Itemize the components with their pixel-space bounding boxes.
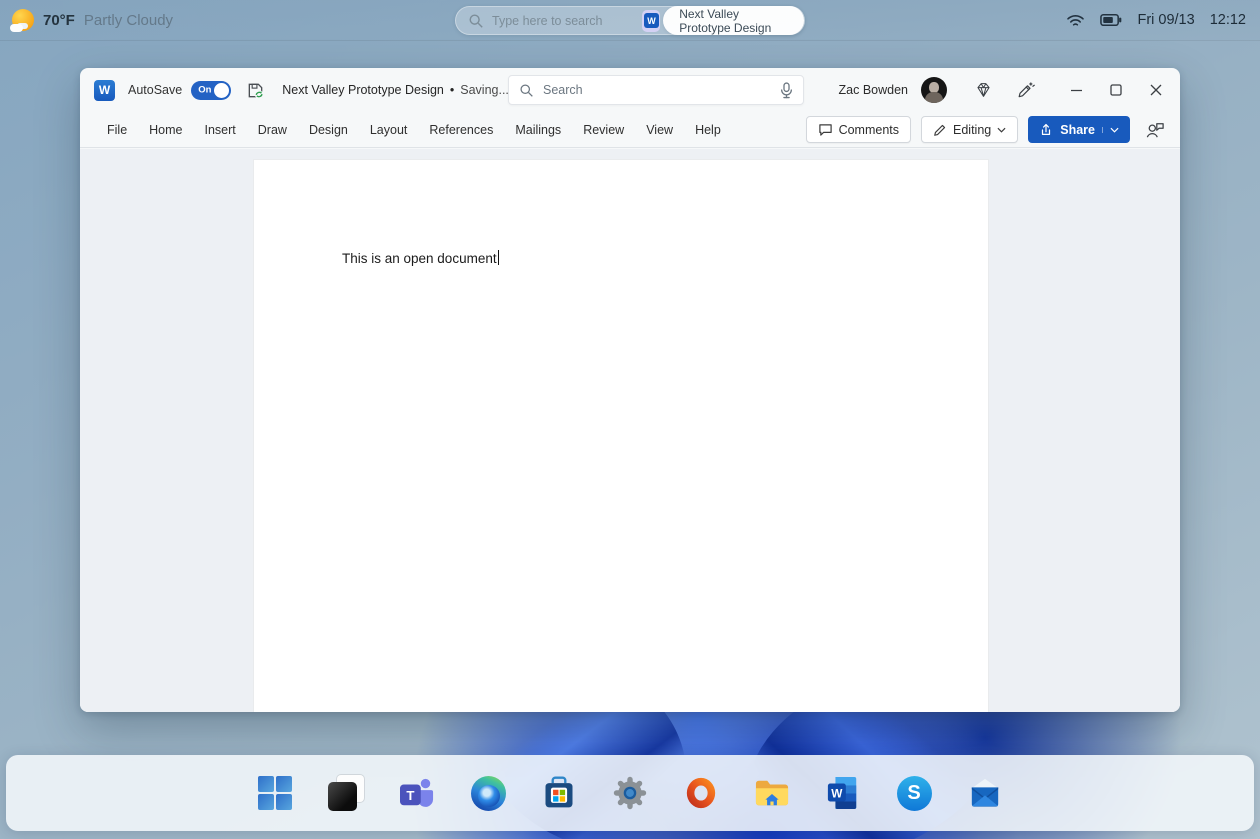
mail-icon xyxy=(971,778,999,807)
person-chat-icon[interactable] xyxy=(1140,115,1170,145)
running-app-task[interactable]: W Next Valley Prototype Design xyxy=(642,6,804,35)
ribbon-right-cluster: Comments Editing Share xyxy=(805,115,1170,145)
close-button[interactable] xyxy=(1140,75,1172,105)
autosave-toggle[interactable]: On xyxy=(191,80,232,100)
tray-date[interactable]: Fri 09/13 xyxy=(1137,12,1194,28)
file-explorer-button[interactable] xyxy=(752,773,792,813)
tab-help[interactable]: Help xyxy=(684,112,732,148)
tab-draw[interactable]: Draw xyxy=(247,112,298,148)
share-label: Share xyxy=(1060,122,1095,137)
saving-status: Saving... xyxy=(460,83,509,97)
battery-icon[interactable] xyxy=(1100,13,1122,27)
comment-icon xyxy=(818,123,833,137)
office-icon xyxy=(686,777,716,809)
save-sync-icon[interactable] xyxy=(246,81,265,100)
search-icon xyxy=(519,83,534,98)
comments-button[interactable]: Comments xyxy=(805,116,912,143)
ribbon-tab-bar: File Home Insert Draw Design Layout Refe… xyxy=(80,112,1180,148)
edge-app-button[interactable] xyxy=(468,773,508,813)
desktop-top-bar: 70°F Partly Cloudy W Next Valley Prototy… xyxy=(0,0,1260,40)
autosave-state: On xyxy=(198,84,212,96)
word-search-box[interactable] xyxy=(508,75,804,105)
wifi-icon[interactable] xyxy=(1066,13,1085,28)
taskbar: T W S xyxy=(6,755,1254,831)
word-icon[interactable]: W xyxy=(94,79,115,101)
document-canvas: This is an open document xyxy=(80,149,1180,712)
toggle-knob xyxy=(214,82,230,98)
word-icon: W xyxy=(827,776,857,810)
edge-icon xyxy=(470,775,506,811)
running-app-pill[interactable]: Next Valley Prototype Design xyxy=(663,6,804,35)
autosave-label: AutoSave xyxy=(128,83,183,97)
share-icon xyxy=(1039,123,1053,137)
word-icon[interactable]: W xyxy=(642,9,661,32)
tab-layout[interactable]: Layout xyxy=(359,112,419,148)
svg-text:W: W xyxy=(647,16,656,26)
word-app-button[interactable]: W xyxy=(823,773,863,813)
document-title-group[interactable]: Next Valley Prototype Design • Saving... xyxy=(282,83,525,97)
running-app-label: Next Valley Prototype Design xyxy=(679,6,772,35)
tab-mailings[interactable]: Mailings xyxy=(504,112,572,148)
document-text: This is an open document xyxy=(342,250,499,266)
settings-gear-icon xyxy=(613,776,647,810)
weather-temp: 70°F xyxy=(43,11,75,29)
teams-icon: T xyxy=(400,778,434,807)
editing-mode-button[interactable]: Editing xyxy=(921,116,1019,143)
document-page[interactable]: This is an open document xyxy=(253,159,989,712)
word-titlebar: W AutoSave On Next Valley Prototype Desi… xyxy=(80,68,1180,112)
chevron-down-icon xyxy=(1102,126,1119,133)
tab-references[interactable]: References xyxy=(418,112,504,148)
titlebar-right-cluster: Zac Bowden xyxy=(839,75,1172,105)
task-view-icon xyxy=(328,775,364,811)
tab-file[interactable]: File xyxy=(96,112,138,148)
tab-review[interactable]: Review xyxy=(572,112,635,148)
account-name[interactable]: Zac Bowden xyxy=(839,83,908,97)
pencil-icon xyxy=(933,123,947,137)
document-title: Next Valley Prototype Design xyxy=(282,83,444,97)
comments-label: Comments xyxy=(838,122,900,137)
skype-icon: S xyxy=(896,775,932,811)
weather-condition: Partly Cloudy xyxy=(83,11,174,29)
tab-insert[interactable]: Insert xyxy=(194,112,247,148)
word-window: W AutoSave On Next Valley Prototype Desi… xyxy=(80,68,1180,712)
mail-app-button[interactable] xyxy=(965,773,1005,813)
weather-widget[interactable]: 70°F Partly Cloudy xyxy=(10,0,174,40)
text-caret xyxy=(497,250,499,265)
system-tray: Fri 09/13 12:12 xyxy=(1066,0,1246,40)
task-view-button[interactable] xyxy=(326,773,366,813)
desktop-search-bar[interactable]: W Next Valley Prototype Design xyxy=(455,6,805,35)
tab-view[interactable]: View xyxy=(635,112,684,148)
microphone-icon[interactable] xyxy=(780,81,793,99)
office-app-button[interactable] xyxy=(681,773,721,813)
store-icon xyxy=(545,776,573,808)
word-search-input[interactable] xyxy=(543,83,780,97)
svg-text:W: W xyxy=(831,787,843,801)
gem-icon[interactable] xyxy=(968,75,998,105)
search-icon xyxy=(468,13,484,29)
settings-app-button[interactable] xyxy=(610,773,650,813)
start-button[interactable] xyxy=(255,773,295,813)
file-explorer-icon xyxy=(755,780,789,806)
minimize-button[interactable] xyxy=(1060,75,1092,105)
tab-home[interactable]: Home xyxy=(138,112,193,148)
tray-time[interactable]: 12:12 xyxy=(1210,12,1246,28)
avatar[interactable] xyxy=(921,77,947,103)
share-button[interactable]: Share xyxy=(1028,116,1130,143)
svg-text:T: T xyxy=(406,788,414,803)
sun-cloud-icon xyxy=(10,9,34,32)
teams-app-button[interactable]: T xyxy=(397,773,437,813)
chevron-down-icon xyxy=(997,127,1006,133)
desktop-search-input[interactable] xyxy=(492,13,642,28)
skype-app-button[interactable]: S xyxy=(894,773,934,813)
maximize-button[interactable] xyxy=(1100,75,1132,105)
store-app-button[interactable] xyxy=(539,773,579,813)
title-separator: • xyxy=(449,83,455,97)
pen-sparkle-icon[interactable] xyxy=(1010,75,1040,105)
editing-label: Editing xyxy=(953,122,992,137)
windows-logo-icon xyxy=(258,776,292,810)
avatar-body xyxy=(925,92,943,103)
tab-design[interactable]: Design xyxy=(298,112,359,148)
